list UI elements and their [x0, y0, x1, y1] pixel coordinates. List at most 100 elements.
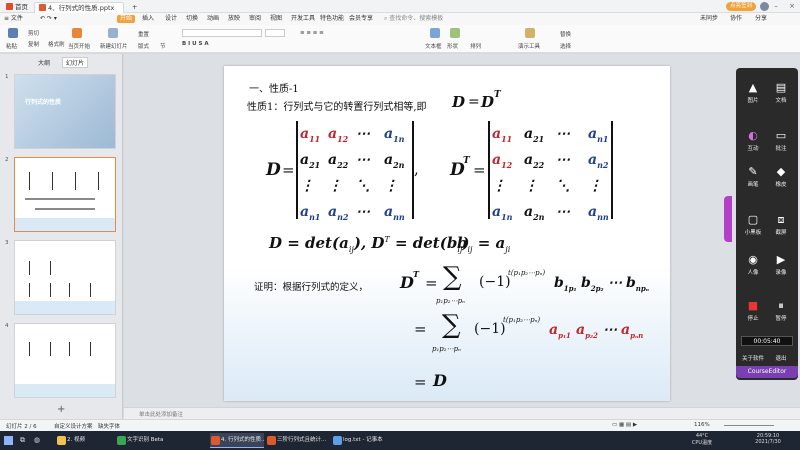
- menu-view[interactable]: 视图: [270, 15, 282, 23]
- align-buttons[interactable]: ≡ ≡ ≡ ≡: [300, 30, 324, 36]
- tab-outline[interactable]: 大纲: [38, 58, 50, 67]
- search-input[interactable]: ⌕ 查找命令、搜索模板: [384, 15, 443, 23]
- font-size-select[interactable]: [265, 29, 285, 37]
- task-view-icon[interactable]: ⧉: [20, 436, 25, 445]
- arrange-button[interactable]: 排列: [470, 42, 481, 50]
- taskbar-item[interactable]: 4. 行列式的性质...: [210, 433, 264, 448]
- section-button[interactable]: 节: [160, 42, 166, 50]
- tool-blackboard[interactable]: ▢ 小黑板: [740, 214, 766, 237]
- zoom-level[interactable]: 116%: [694, 422, 710, 428]
- add-slide-button[interactable]: +: [57, 404, 65, 415]
- matrix-bracket: [296, 121, 298, 219]
- clock[interactable]: 20:59:10 2021/7/30: [750, 433, 786, 445]
- proof-equals: =: [425, 274, 438, 292]
- undo-icon[interactable]: ↶ ↷ ▾: [40, 15, 57, 23]
- tool-document[interactable]: ▤ 文档: [768, 82, 794, 105]
- pause-button[interactable]: ⏸ 暂停: [768, 300, 794, 323]
- format-painter-button[interactable]: 格式刷: [48, 40, 65, 48]
- textbox-button[interactable]: 文本框: [425, 42, 442, 50]
- menu-review[interactable]: 审阅: [249, 15, 261, 23]
- file-menu[interactable]: ≡ 文件: [4, 15, 23, 23]
- minimize-icon[interactable]: –: [770, 2, 782, 11]
- zoom-slider[interactable]: [724, 425, 774, 426]
- missing-font-button[interactable]: 缺失字体: [98, 422, 120, 430]
- menu-member[interactable]: 会员专享: [349, 15, 373, 23]
- browser-icon[interactable]: ◍: [34, 436, 40, 444]
- notes-bar[interactable]: 单击此处添加备注: [124, 407, 800, 419]
- tool-interact[interactable]: ◐ 互动: [740, 130, 766, 153]
- collab-button[interactable]: 协作: [730, 15, 742, 23]
- sign-exponent: t(p₁p₂⋯pₙ): [503, 316, 541, 324]
- collapse-panel-handle[interactable]: [724, 196, 732, 242]
- menu-design[interactable]: 设计: [165, 15, 177, 23]
- start-current-button[interactable]: 当页开始: [68, 42, 90, 50]
- tool-annotate[interactable]: ▭ 批注: [768, 130, 794, 153]
- exit-button[interactable]: 退出: [768, 354, 794, 362]
- new-slide-icon[interactable]: [108, 28, 118, 38]
- slide-thumbnail-1[interactable]: 行列式的性质: [14, 74, 116, 149]
- windows-start-icon[interactable]: [4, 436, 13, 445]
- cpu-temp-label: CPU温度: [691, 440, 713, 446]
- menu-features[interactable]: 特色功能: [320, 15, 344, 23]
- share-button[interactable]: 分享: [755, 15, 767, 23]
- tool-record[interactable]: ▶ 录像: [768, 254, 794, 277]
- slide-thumbnail-3[interactable]: [14, 240, 116, 315]
- shape-icon[interactable]: [450, 28, 460, 38]
- new-tab-button[interactable]: +: [128, 2, 141, 13]
- sync-status[interactable]: 未同步: [700, 15, 718, 23]
- paste-button[interactable]: 粘贴: [6, 42, 17, 50]
- thumb-matrix: [69, 342, 91, 356]
- tab-slides[interactable]: 幻灯片: [62, 57, 89, 68]
- tab-home[interactable]: 首页: [2, 2, 32, 13]
- textbox-icon[interactable]: [430, 28, 440, 38]
- about-button[interactable]: 关于软件: [740, 354, 766, 362]
- b-symbol: b: [457, 234, 468, 252]
- slide-thumbnail-4[interactable]: [14, 323, 116, 398]
- taskbar-item[interactable]: log.txt - 记事本: [332, 433, 388, 448]
- slide-thumbnail-2[interactable]: [14, 157, 116, 232]
- copy-button[interactable]: 复制: [28, 40, 39, 48]
- matrix-entry: ann: [384, 204, 405, 222]
- taskbar-item[interactable]: 三阶行列式且统计...: [266, 433, 330, 448]
- product-factor: ap₂2: [576, 322, 598, 340]
- sum-index: p₁p₂⋯pₙ: [432, 345, 461, 353]
- tool-screenshot[interactable]: ⧈ 截屏: [768, 214, 794, 237]
- replace-button[interactable]: 替换: [560, 30, 571, 38]
- menu-insert[interactable]: 插入: [142, 15, 154, 23]
- tool-portrait[interactable]: ◉ 人像: [740, 254, 766, 277]
- matrix-entry: an1: [300, 204, 321, 222]
- menu-transition[interactable]: 切换: [186, 15, 198, 23]
- tab-document[interactable]: 4、行列式的性质.pptx: [34, 2, 124, 13]
- shape-button[interactable]: 形状: [447, 42, 458, 50]
- matrix-bracket: [611, 121, 613, 219]
- font-family-select[interactable]: [182, 29, 262, 37]
- taskbar-item[interactable]: 2. 视频: [56, 433, 114, 448]
- slide[interactable]: 一、性质-1 性质1：行列式与它的转置行列式相等,即 D = D T D = ,…: [224, 66, 670, 401]
- menu-animation[interactable]: 动画: [207, 15, 219, 23]
- menu-slideshow[interactable]: 放映: [228, 15, 240, 23]
- checkin-badge[interactable]: 点亮签到: [726, 2, 757, 11]
- tool-image[interactable]: ▲ 图片: [740, 82, 766, 105]
- paste-icon[interactable]: [8, 28, 18, 38]
- stop-button[interactable]: ■ 停止: [740, 299, 766, 323]
- tool-eraser[interactable]: ◆ 橡皮: [768, 166, 794, 189]
- avatar[interactable]: [760, 2, 769, 11]
- font-style-buttons[interactable]: B I U S A: [182, 41, 209, 47]
- select-button[interactable]: 选择: [560, 42, 571, 50]
- final-equals: =: [414, 373, 427, 391]
- theme-name[interactable]: 自定义设计方案: [54, 422, 93, 430]
- menu-start[interactable]: 开始: [117, 15, 136, 23]
- new-slide-button[interactable]: 新建幻灯片: [100, 42, 128, 50]
- layout-button[interactable]: 版式: [138, 42, 149, 50]
- play-icon[interactable]: [72, 28, 82, 38]
- menu-developer[interactable]: 开发工具: [291, 15, 315, 23]
- reset-button[interactable]: 重置: [138, 30, 149, 38]
- tool-pen[interactable]: ✎ 画笔: [740, 166, 766, 189]
- close-icon[interactable]: ×: [786, 2, 798, 11]
- stop-icon: ■: [747, 299, 759, 312]
- view-buttons[interactable]: ▭ ▦ ▤ ▶: [612, 422, 637, 428]
- presentation-tools-button[interactable]: 演示工具: [518, 42, 540, 50]
- taskbar-item[interactable]: 文字识别 Beta: [116, 433, 206, 448]
- cut-button[interactable]: 剪切: [28, 29, 39, 37]
- presentation-tools-icon[interactable]: [525, 28, 535, 38]
